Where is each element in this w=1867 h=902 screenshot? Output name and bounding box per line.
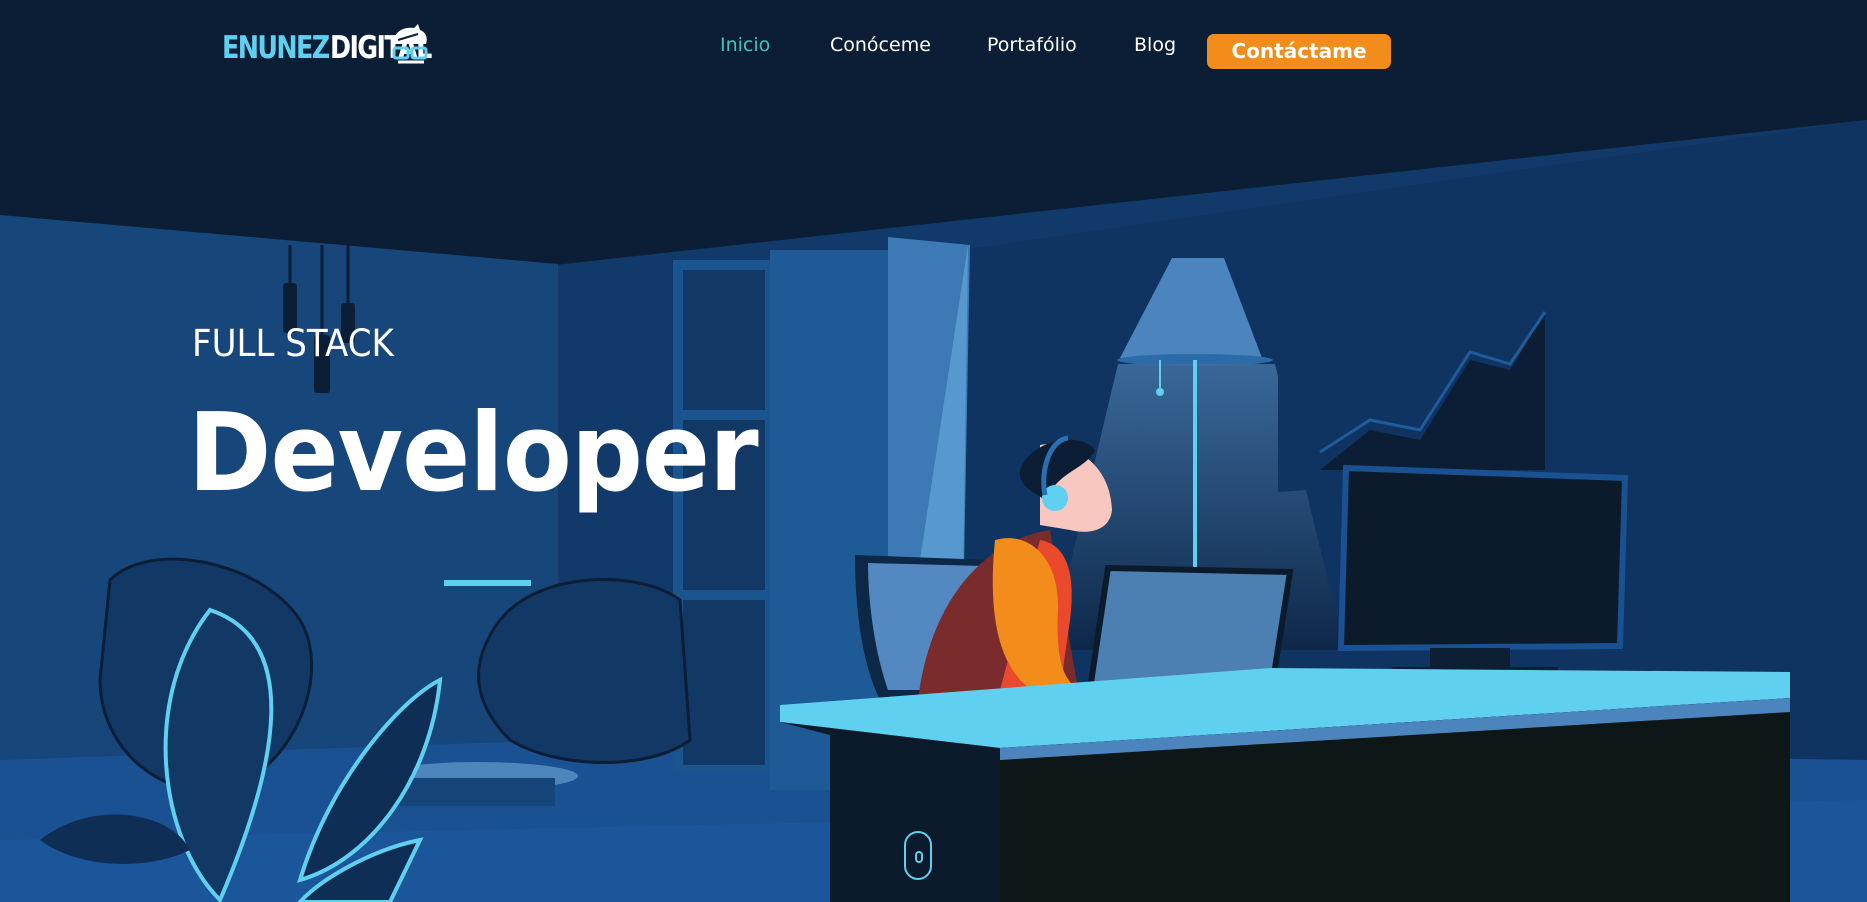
nav-link-portafolio[interactable]: Portafólio (987, 34, 1077, 56)
hero-title: Developer (188, 391, 759, 516)
nav-link-inicio[interactable]: Inicio (720, 34, 770, 56)
scroll-wheel-indicator (915, 851, 923, 863)
brand-name-part1: ENUNEZ (222, 30, 330, 66)
contact-button[interactable]: Contáctame (1207, 34, 1391, 69)
hero-subtitle: FULL STACK (192, 322, 394, 365)
nav-link-conoceme[interactable]: Conóceme (830, 34, 931, 56)
nav-link-blog[interactable]: Blog (1134, 34, 1176, 56)
navbar: ENUNEZ DIGITAL Inicio Conóceme Portafóli… (0, 0, 1867, 100)
mouse-scroll-icon[interactable] (904, 831, 932, 880)
hero-divider (444, 580, 531, 586)
brand-logo[interactable]: ENUNEZ DIGITAL (222, 24, 453, 70)
geek-face-with-glasses-icon (392, 24, 428, 64)
